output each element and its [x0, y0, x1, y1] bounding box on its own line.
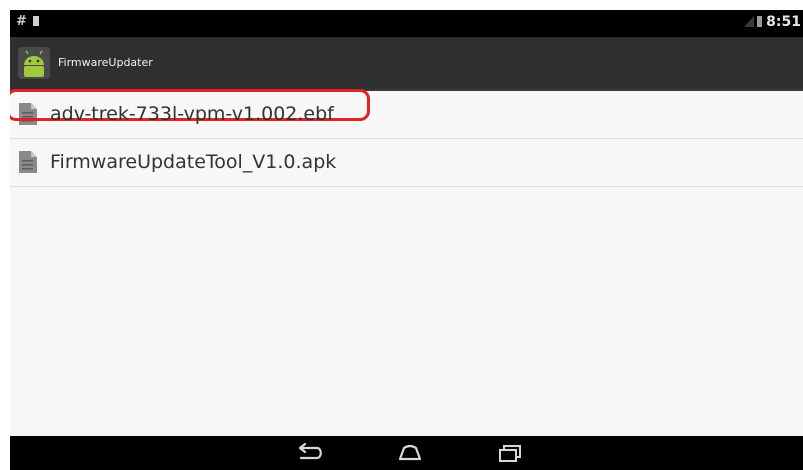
- battery-icon: [757, 16, 763, 27]
- navigation-bar: [10, 436, 803, 470]
- status-notifications: #: [16, 14, 39, 29]
- signal-icon: [744, 16, 755, 27]
- sd-card-icon: [32, 16, 39, 26]
- device-screen: # 8:51 FirmwareUpdater adv-trek-733l-vpm…: [10, 10, 803, 470]
- home-icon[interactable]: [395, 443, 425, 463]
- status-right: 8:51: [744, 14, 801, 30]
- notification-icon: #: [16, 14, 29, 29]
- android-icon[interactable]: [18, 47, 50, 79]
- file-name: FirmwareUpdateTool_V1.0.apk: [50, 151, 337, 173]
- file-row[interactable]: adv-trek-733l-vpm-v1.002.ebf: [10, 89, 803, 139]
- file-icon: [19, 151, 37, 173]
- app-title: FirmwareUpdater: [58, 56, 153, 69]
- clock: 8:51: [766, 14, 801, 30]
- file-row[interactable]: FirmwareUpdateTool_V1.0.apk: [10, 139, 803, 187]
- recents-icon[interactable]: [495, 443, 525, 463]
- status-bar: # 8:51: [10, 10, 803, 37]
- file-name: adv-trek-733l-vpm-v1.002.ebf: [50, 103, 334, 125]
- back-icon[interactable]: [293, 443, 323, 463]
- file-list: adv-trek-733l-vpm-v1.002.ebf FirmwareUpd…: [10, 89, 803, 187]
- action-bar: FirmwareUpdater: [10, 37, 803, 91]
